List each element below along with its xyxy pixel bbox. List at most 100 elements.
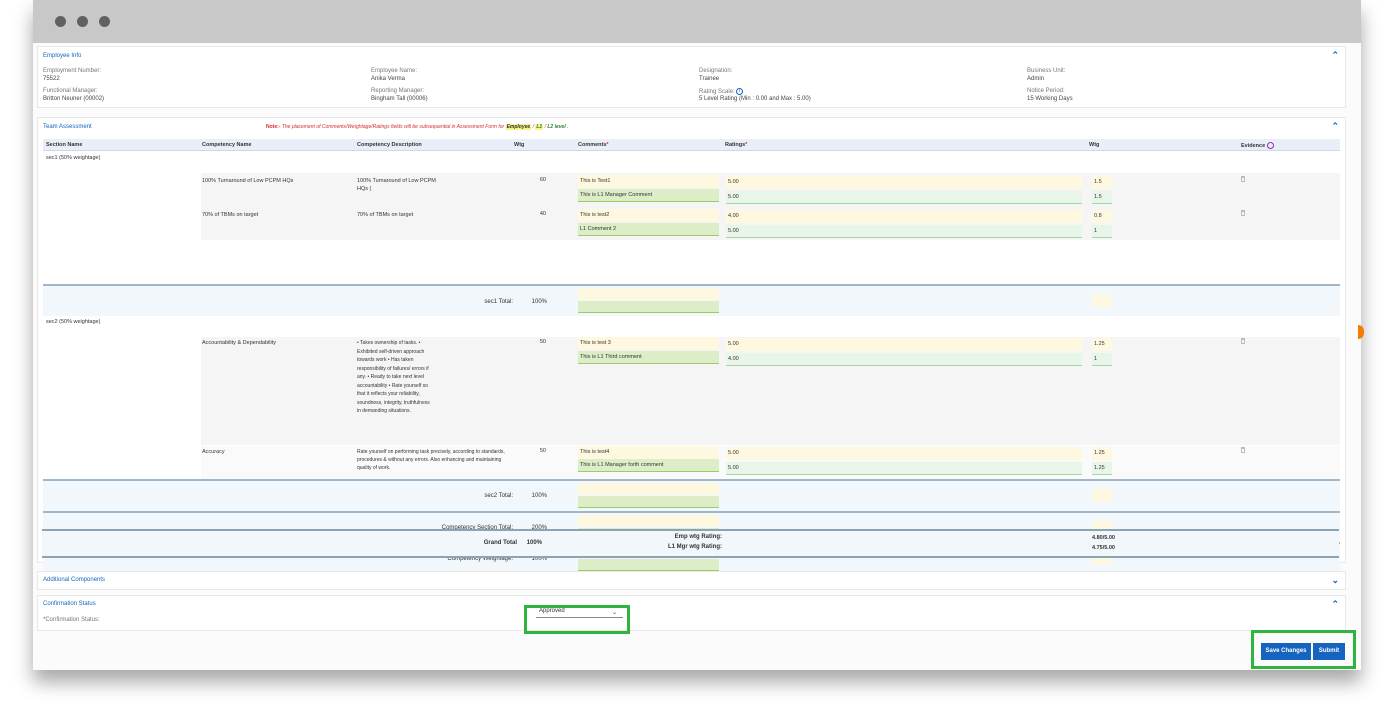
chevron-down-icon[interactable]: ⌄: [1331, 575, 1339, 586]
confirmation-status-label-text: Confirmation Status:: [45, 617, 100, 623]
chevron-up-icon[interactable]: ⌃: [1331, 50, 1339, 61]
section-total-row: sec2 Total: 100%: [43, 479, 1340, 511]
total-l1-field: [578, 559, 719, 571]
employee-name-label: Employee Name:: [371, 68, 418, 74]
confirmation-status-title[interactable]: Confirmation Status: [43, 601, 96, 607]
total-wtg-field: [1092, 489, 1112, 501]
competency-wtg: 50: [539, 339, 546, 345]
section-total-label: sec1 Total:: [484, 299, 513, 305]
employee-rating-field[interactable]: 5.00: [726, 447, 1082, 460]
employee-info-title[interactable]: Employee Info: [43, 53, 81, 59]
chevron-up-icon[interactable]: ⌃: [1331, 121, 1339, 132]
header-competency-description: Competency Description: [357, 142, 422, 148]
highlight-box: [524, 605, 630, 634]
competency-description: Rate yourself on performing task precise…: [357, 449, 505, 471]
section-total-value: 100%: [531, 299, 547, 305]
employee-info-panel: Employee Info ⌃ Employment Number: 75522…: [37, 46, 1346, 108]
confirmation-status-label: *Confirmation Status:: [43, 617, 100, 623]
emp-wtg-rating-label: Emp wtg Rating:: [674, 534, 722, 540]
l1-wtg-value: 1.25: [1092, 462, 1112, 475]
section-total-row: sec1 Total: 100%: [43, 284, 1340, 316]
l1-wtg-value: 1: [1092, 353, 1112, 366]
competency-name: Accuracy: [202, 449, 225, 455]
required-mark: *: [606, 142, 609, 148]
header-evidence-text: Evidence: [1241, 142, 1266, 149]
rating-scale-value: 5 Level Rating (Min : 0.00 and Max : 5.0…: [699, 96, 811, 102]
grand-total-label: Grand Total: [483, 540, 517, 546]
emp-wtg-rating-value: 4.80/5.00: [1092, 535, 1115, 541]
total-l1-field: [578, 496, 719, 508]
employee-wtg-value: 1.5: [1092, 176, 1112, 189]
chevron-up-icon[interactable]: ⌃: [1331, 599, 1339, 610]
window-dot-icon[interactable]: [55, 16, 66, 27]
page-content: Employee Info ⌃ Employment Number: 75522…: [33, 43, 1361, 670]
side-tab-icon[interactable]: [1358, 325, 1364, 339]
section-name: sec1 (50% weightage): [46, 155, 101, 161]
title-bar: [33, 0, 1361, 43]
rating-scale-label-text: Rating Scale:: [699, 89, 735, 96]
assessment-table-header: Section Name Competency Name Competency …: [43, 139, 1340, 151]
additional-components-panel[interactable]: Additional Components ⌄: [37, 571, 1346, 590]
l1-rating-field[interactable]: 4.00: [726, 353, 1082, 366]
competency-description: • Takes ownership of tasks. • Exhibited …: [357, 340, 430, 414]
l1-rating-field[interactable]: 5.00: [726, 225, 1082, 238]
total-employee-field: [578, 515, 719, 527]
header-competency-name: Competency Name: [202, 142, 252, 148]
business-unit-value: Admin: [1027, 76, 1045, 82]
employee-rating-field[interactable]: 4.00: [726, 210, 1082, 223]
employee-wtg-value: 1.25: [1092, 338, 1112, 351]
highlight-box: [1251, 630, 1356, 669]
designation-label: Designation:: [699, 68, 733, 74]
employee-rating-field[interactable]: 5.00: [726, 176, 1082, 189]
browser-window: Employee Info ⌃ Employment Number: 75522…: [33, 0, 1361, 670]
competency-name: Accountability & Dependability: [202, 340, 276, 346]
trash-icon[interactable]: [1241, 176, 1245, 182]
reporting-manager-value: Bingham Tall (00006): [371, 96, 428, 102]
competency-name: 100% Turnaround of Low PCPM HQs: [202, 178, 294, 184]
trash-icon[interactable]: [1241, 447, 1245, 453]
l1-comment-field[interactable]: This is L1 Manager forth comment: [578, 459, 719, 472]
header-section-name: Section Name: [46, 142, 83, 148]
note-end: .: [567, 124, 569, 130]
trash-icon[interactable]: [1241, 338, 1245, 344]
total-l1-field: [578, 301, 719, 313]
employment-number-label: Employment Number:: [43, 68, 102, 74]
l1-rating-field[interactable]: 5.00: [726, 462, 1082, 475]
functional-manager-value: Britton Neuner (00002): [43, 96, 105, 102]
info-icon[interactable]: i: [736, 88, 744, 95]
l1-rating-field[interactable]: 5.00: [726, 191, 1082, 204]
window-dot-icon[interactable]: [99, 16, 110, 27]
l1-wtg-value: 1: [1092, 225, 1112, 238]
grand-total-value: 100%: [526, 540, 542, 546]
trash-icon[interactable]: [1241, 210, 1245, 216]
total-employee-field: [578, 483, 719, 495]
additional-components-title[interactable]: Additional Components: [43, 577, 105, 583]
l1-comment-field[interactable]: This is L1 Third comment: [578, 351, 719, 364]
header-wtg: Wtg: [514, 142, 525, 148]
header-comments-text: Comments: [578, 142, 607, 148]
note-text: The placement of Comments/Weightage/Rati…: [281, 124, 505, 130]
grand-total-row: Grand Total 100% Emp wtg Rating: L1 Mgr …: [42, 529, 1339, 558]
notice-period-label: Notice Period:: [1027, 88, 1065, 94]
employee-comment-field[interactable]: This is test2: [578, 209, 719, 222]
section-total-label: sec2 Total:: [484, 493, 513, 499]
required-mark: *: [745, 142, 748, 148]
employee-rating-field[interactable]: 5.00: [726, 338, 1082, 351]
note-l2: L2 level: [547, 124, 566, 130]
employee-comment-field[interactable]: This is test 3: [578, 337, 719, 350]
competency-name: 70% of TBMs on target: [202, 212, 259, 218]
header-ratings-text: Ratings: [725, 142, 746, 148]
l1-comment-field[interactable]: This is L1 Manager Comment: [578, 189, 719, 202]
confirmation-status-panel: Confirmation Status ⌃ *Confirmation Stat…: [37, 595, 1346, 631]
l1-comment-field[interactable]: L1 Comment 2: [578, 223, 719, 236]
window-dot-icon[interactable]: [77, 16, 88, 27]
notice-period-value: 15 Working Days: [1027, 96, 1073, 102]
employee-comment-field[interactable]: This is Test1: [578, 175, 719, 188]
l1-wtg-rating-label: L1 Mgr wtg Rating:: [668, 544, 722, 550]
team-assessment-title[interactable]: Team Assessment: [43, 124, 92, 130]
business-unit-label: Business Unit:: [1027, 68, 1066, 74]
competency-wtg: 50: [539, 448, 546, 454]
employee-comment-field[interactable]: This is test4: [578, 446, 719, 459]
functional-manager-label: Functional Manager:: [43, 88, 98, 94]
info-icon[interactable]: [1266, 142, 1274, 149]
